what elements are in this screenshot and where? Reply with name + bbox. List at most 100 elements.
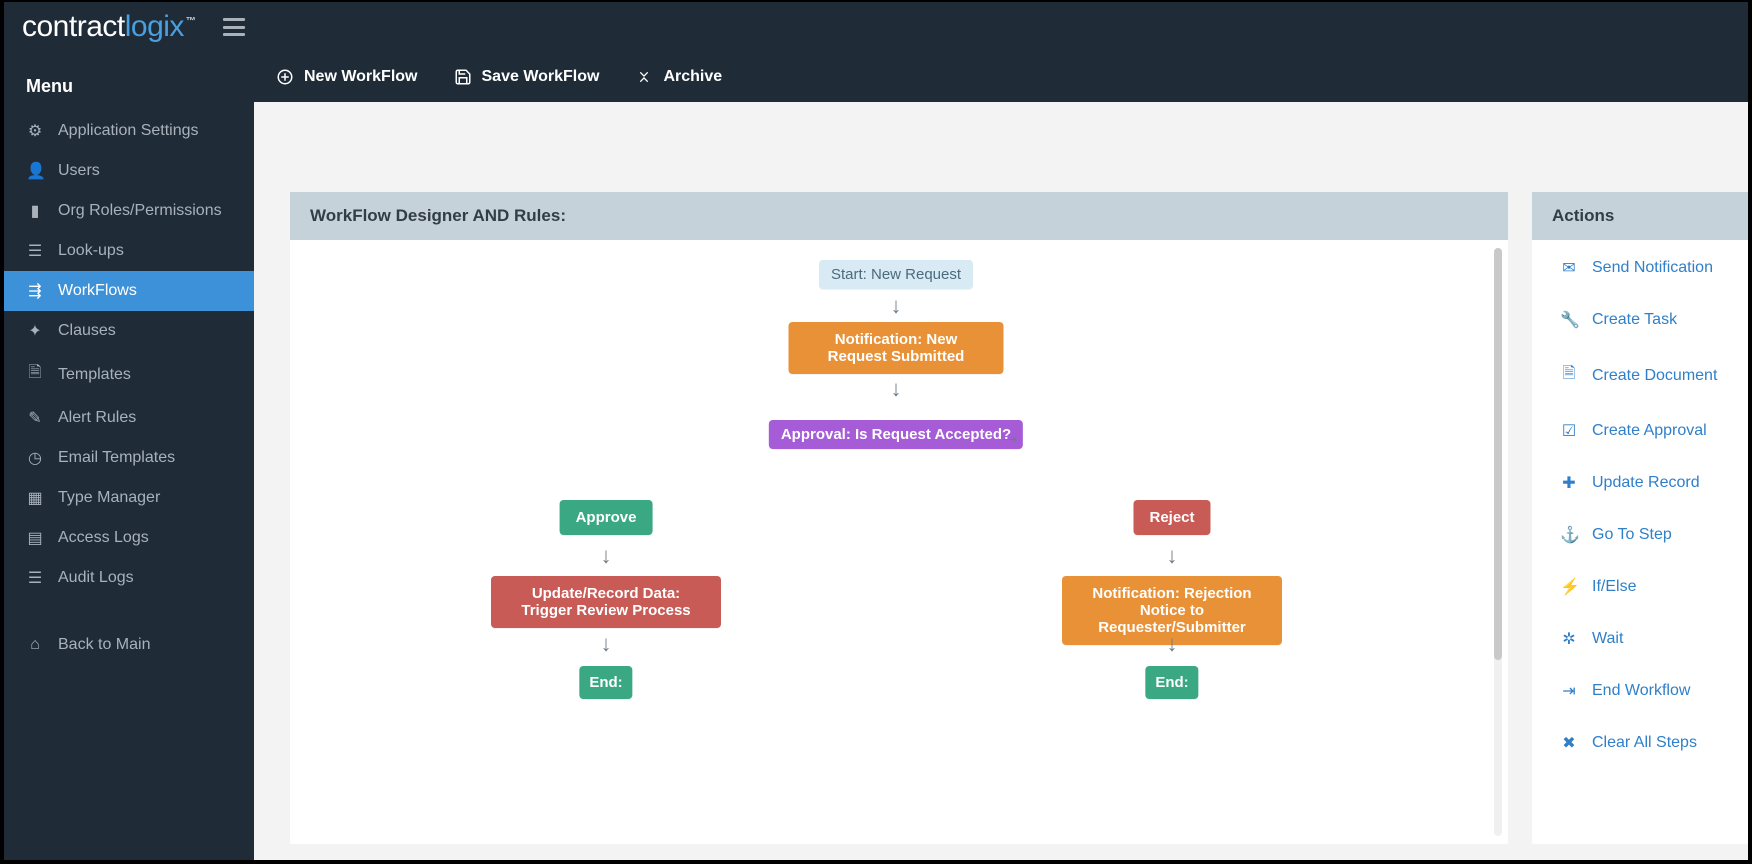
plus-circle-icon [276,68,294,86]
action-label: End Workflow [1592,682,1690,700]
node-reject[interactable]: Reject [1133,500,1210,535]
sidebar-item-label: Templates [58,366,131,384]
action-label: If/Else [1592,578,1636,596]
action-wait[interactable]: ✲ Wait [1560,629,1740,649]
file-icon: 🗎 [26,361,44,388]
anchor-icon: ⚓ [1560,525,1578,545]
sidebar-item-application-settings[interactable]: ⚙ Application Settings [4,111,254,151]
gears-icon: ⚙ [26,121,44,141]
action-label: Update Record [1592,474,1700,492]
arrow-down-icon: ↓ [891,295,902,317]
sidebar-item-workflows[interactable]: ⇶WorkFlows [4,271,254,311]
clock-icon: ◷ [26,448,44,468]
bolt-icon: ⚡ [1560,577,1578,597]
archive-icon [635,68,653,86]
sidebar-item-alert-rules[interactable]: ✎ Alert Rules [4,398,254,438]
sitemap-icon: ⇶ [26,281,44,301]
action-end-workflow[interactable]: ⇥ End Workflow [1560,681,1740,701]
action-create-approval[interactable]: ☑ Create Approval [1560,421,1740,441]
sidebar-item-label: Access Logs [58,529,149,547]
action-label: Create Approval [1592,422,1707,440]
sidebar-item-templates[interactable]: 🗎 Templates [4,351,254,398]
sidebar-item-email-templates[interactable]: ◷ Email Templates [4,438,254,478]
sidebar: Menu ⚙ Application Settings 👤 Users ▮ Org Rol… [4,52,254,860]
arrow-down-icon: ↓ [601,545,612,567]
sidebar-item-label: Type Manager [58,489,160,507]
sidebar-item-type-manager[interactable]: ▦ Type Manager [4,478,254,518]
toolbar: New WorkFlow Save WorkFlow Archive [254,52,1748,102]
toolbar-save-workflow[interactable]: Save WorkFlow [454,68,600,86]
arrow-down-icon: ↓ [1167,633,1178,655]
node-start[interactable]: Start: New Request [819,260,973,289]
node-approval-decision[interactable]: Approval: Is Request Accepted? [769,420,1023,449]
sidebar-item-label: Org Roles/Permissions [58,202,222,220]
toolbar-label: Save WorkFlow [482,68,600,86]
brand-part1: contract [22,10,125,44]
sidebar-item-label: Clauses [58,322,116,340]
close-icon: ✖ [1560,733,1578,753]
sidebar-item-label: Alert Rules [58,409,136,427]
main-area: New WorkFlow Save WorkFlow Archive WorkFlo… [254,52,1748,860]
arrow-down-icon: ↓ [601,633,612,655]
gears-icon: ✲ [1560,629,1578,649]
sidebar-item-label: Email Templates [58,449,175,467]
sidebar-back-to-main[interactable]: ⌂ Back to Main [4,626,254,664]
action-label: Create Document [1592,367,1717,385]
log-icon: ▤ [26,528,44,548]
sidebar-item-access-logs[interactable]: ▤ Access Logs [4,518,254,558]
envelope-icon: ✉ [1560,258,1578,278]
sidebar-item-look-ups[interactable]: ☰Look-ups [4,231,254,271]
toolbar-new-workflow[interactable]: New WorkFlow [276,68,418,86]
action-if-else[interactable]: ⚡ If/Else [1560,577,1740,597]
scrollbar[interactable] [1494,248,1502,836]
sidebar-item-label: Back to Main [58,636,150,654]
hamburger-icon[interactable] [223,18,245,36]
toolbar-archive[interactable]: Archive [635,68,722,86]
node-end-left[interactable]: End: [579,666,632,699]
node-update-record[interactable]: Update/Record Data: Trigger Review Proce… [491,576,721,628]
action-label: Wait [1592,630,1623,648]
designer-title: WorkFlow Designer AND Rules: [290,192,1508,240]
toolbar-label: New WorkFlow [304,68,418,86]
action-go-to-step[interactable]: ⚓ Go To Step [1560,525,1740,545]
brand-part2: logix [125,10,184,44]
sidebar-item-clauses[interactable]: ✦Clauses [4,311,254,351]
sidebar-item-users[interactable]: 👤 Users [4,151,254,191]
workflow-canvas[interactable]: Start: New Request ↓ Notification: New R… [290,240,1508,844]
check-icon: ☑ [1560,421,1578,441]
arrow-down-icon: ↓ [1167,545,1178,567]
brand-logo: contractlogix™ [22,10,195,44]
node-end-right[interactable]: End: [1145,666,1198,699]
sidebar-item-label: Application Settings [58,122,199,140]
home-icon: ⌂ [26,636,44,654]
action-label: Go To Step [1592,526,1672,544]
plus-square-icon: ✚ [1560,473,1578,493]
node-notification-new-request[interactable]: Notification: New Request Submitted [789,322,1004,374]
action-update-record[interactable]: ✚ Update Record [1560,473,1740,493]
sidebar-item-org-roles-permissions[interactable]: ▮ Org Roles/Permissions [4,191,254,231]
action-label: Clear All Steps [1592,734,1697,752]
grid-icon: ▦ [26,488,44,508]
user-icon: 👤 [26,161,44,181]
action-label: Create Task [1592,311,1677,329]
topbar: contractlogix™ [4,2,1748,52]
action-create-document[interactable]: 🗎 Create Document [1560,362,1740,389]
list-icon: ☰ [26,241,44,261]
scrollbar-thumb[interactable] [1494,248,1502,660]
action-create-task[interactable]: 🔧 Create Task [1560,310,1740,330]
sidebar-item-label: Audit Logs [58,569,134,587]
end-icon: ⇥ [1560,681,1578,701]
wrench-icon: 🔧 [1560,310,1578,330]
sidebar-item-audit-logs[interactable]: ☰ Audit Logs [4,558,254,598]
action-clear-all-steps[interactable]: ✖ Clear All Steps [1560,733,1740,753]
arrow-down-icon: ↓ [891,378,902,400]
sidebar-item-label: Users [58,162,100,180]
log-icon: ☰ [26,568,44,588]
book-icon: ▮ [26,201,44,221]
node-approve[interactable]: Approve [560,500,653,535]
edit-icon: ✎ [26,408,44,428]
sidebar-title: Menu [4,58,254,111]
action-send-notification[interactable]: ✉Send Notification [1560,258,1740,278]
arrow-right-icon: → [999,425,1021,447]
document-icon: 🗎 [1560,362,1578,389]
